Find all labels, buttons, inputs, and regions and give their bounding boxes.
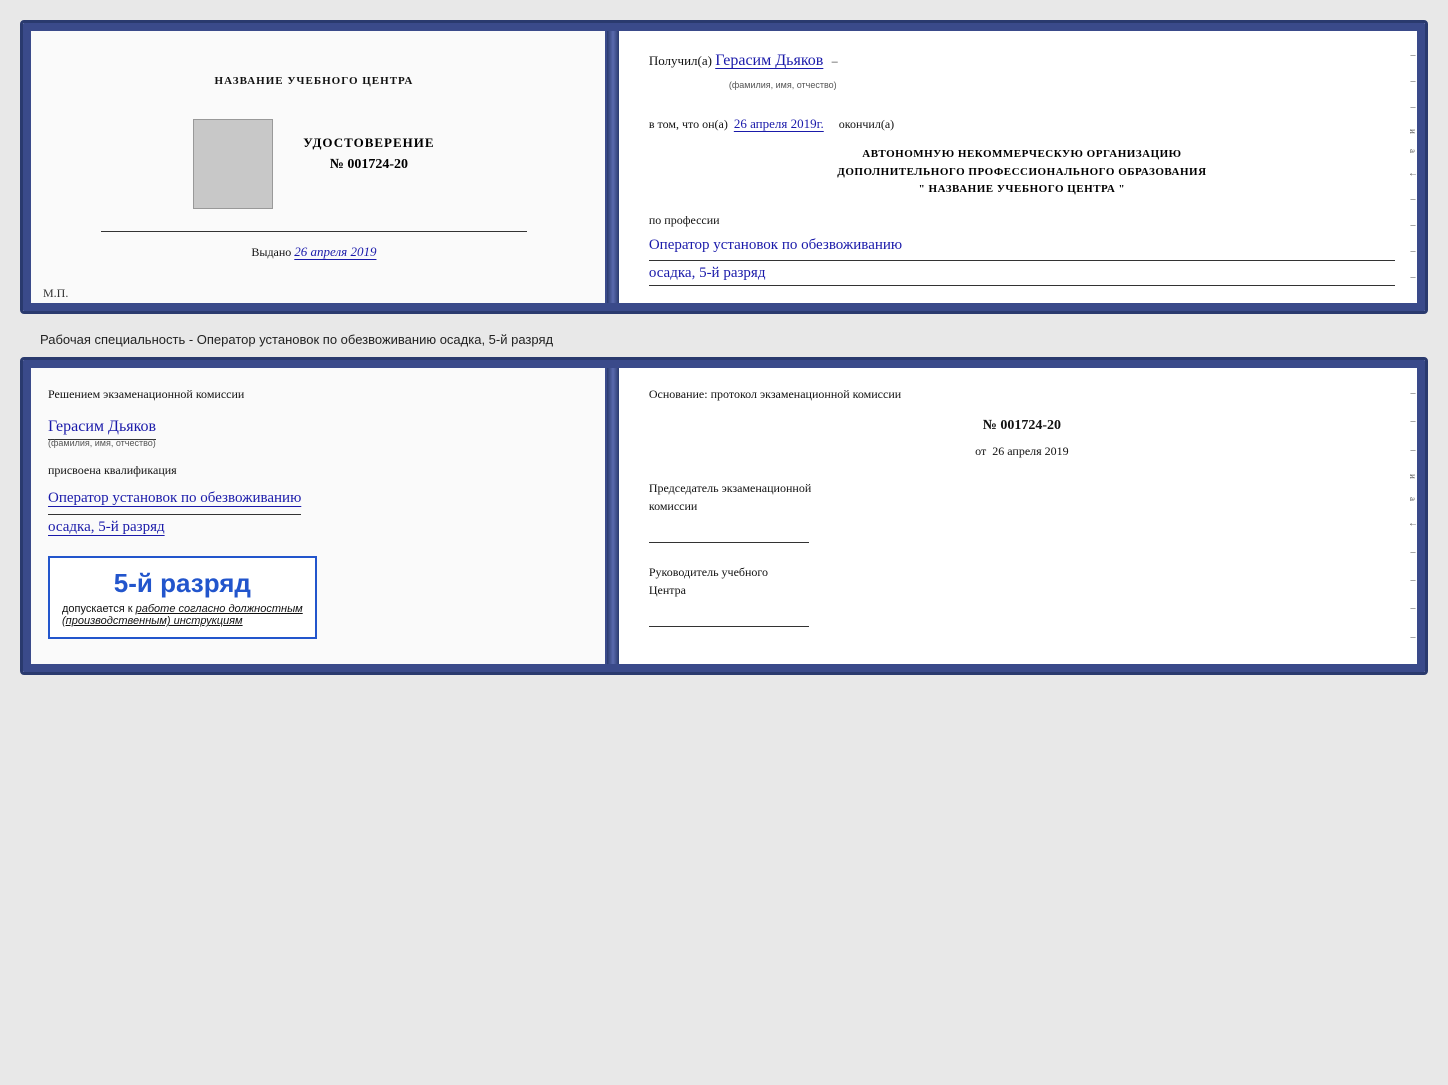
photo-placeholder (193, 119, 273, 209)
received-label: Получил(а) (649, 53, 712, 68)
assigned-label: присвоена квалификация (48, 463, 177, 478)
org-line2: ДОПОЛНИТЕЛЬНОГО ПРОФЕССИОНАЛЬНОГО ОБРАЗО… (649, 164, 1395, 182)
director-sig-line (649, 607, 809, 627)
qualification-line1: Оператор установок по обезвоживанию (48, 486, 301, 516)
chairman-sig-line (649, 523, 809, 543)
director-label: Руководитель учебного Центра (649, 563, 1395, 599)
spine-top (607, 23, 619, 311)
stamp-box: 5-й разряд допускается к работе согласно… (48, 556, 317, 639)
bottom-name: Герасим Дьяков (48, 418, 156, 440)
completed-label: окончил(а) (839, 117, 894, 131)
basis-label: Основание: протокол экзаменационной коми… (649, 385, 1395, 403)
director-block: Руководитель учебного Центра (649, 563, 1395, 627)
org-line1: АВТОНОМНУЮ НЕКОММЕРЧЕСКУЮ ОРГАНИЗАЦИЮ (649, 146, 1395, 164)
spine-bottom (607, 360, 619, 672)
stamp-rank: 5-й разряд (62, 568, 303, 599)
issued-date-block: Выдано 26 апреля 2019 (251, 244, 376, 260)
left-content: НАЗВАНИЕ УЧЕБНОГО ЦЕНТРА УДОСТОВЕРЕНИЕ №… (48, 74, 580, 260)
profession-line1: Оператор установок по обезвоживанию (649, 233, 1395, 261)
top-doc-left: НАЗВАНИЕ УЧЕБНОГО ЦЕНТРА УДОСТОВЕРЕНИЕ №… (23, 23, 607, 311)
side-marks-top: – – – и а ← – – – – (1407, 23, 1419, 311)
cert-number: № 001724-20 (330, 157, 408, 172)
chairman-block: Председатель экзаменационной комиссии (649, 479, 1395, 543)
profession-line2: осадка, 5-й разряд (649, 265, 1395, 286)
org-line3: " НАЗВАНИЕ УЧЕБНОГО ЦЕНТРА " (649, 181, 1395, 199)
top-center-title: НАЗВАНИЕ УЧЕБНОГО ЦЕНТРА (215, 74, 414, 89)
bottom-doc-right: Основание: протокол экзаменационной коми… (619, 360, 1425, 672)
stamp-instructions: (производственным) инструкциям (62, 615, 243, 627)
chairman-label: Председатель экзаменационной комиссии (649, 479, 1395, 515)
qualification-line2: осадка, 5-й разряд (48, 519, 165, 536)
side-marks-bottom: – – – и а ← – – – – (1407, 360, 1419, 672)
bottom-name-block: Герасим Дьяков (фамилия, имя, отчество) (48, 418, 156, 448)
bottom-name-hint: (фамилия, имя, отчество) (48, 438, 156, 448)
divider-left-top (101, 231, 526, 232)
decision-title: Решением экзаменационной комиссии (48, 385, 244, 403)
protocol-number: № 001724-20 (649, 418, 1395, 434)
recipient-line: Получил(а) Герасим Дьяков – (фамилия, им… (649, 48, 1395, 94)
separator-text: Рабочая специальность - Оператор установ… (40, 332, 1428, 347)
mp-label: М.П. (43, 286, 68, 301)
issued-date-value: 26 апреля 2019 (294, 244, 376, 259)
top-document: НАЗВАНИЕ УЧЕБНОГО ЦЕНТРА УДОСТОВЕРЕНИЕ №… (20, 20, 1428, 314)
completion-date: 26 апреля 2019г. (734, 116, 824, 131)
bottom-document: Решением экзаменационной комиссии Гераси… (20, 357, 1428, 675)
cert-label: УДОСТОВЕРЕНИЕ (303, 135, 434, 151)
from-label: от (975, 444, 986, 458)
from-date-value: 26 апреля 2019 (992, 444, 1068, 458)
photo-row: УДОСТОВЕРЕНИЕ № 001724-20 (48, 119, 580, 209)
profession-label: по профессии (649, 213, 1395, 228)
stamp-admission-label: допускается к (62, 603, 133, 615)
stamp-admission-text: допускается к работе согласно должностны… (62, 603, 303, 627)
in-that-label: в том, что он(а) (649, 117, 728, 131)
certified-text: в том, что он(а) 26 апреля 2019г. окончи… (649, 112, 1395, 136)
stamp-work: работе согласно должностным (136, 603, 303, 615)
name-hint-top: (фамилия, имя, отчество) (729, 78, 837, 92)
org-block: АВТОНОМНУЮ НЕКОММЕРЧЕСКУЮ ОРГАНИЗАЦИЮ ДО… (649, 146, 1395, 199)
issued-label: Выдано (251, 245, 291, 259)
recipient-name: Герасим Дьяков (715, 52, 823, 69)
cert-info: УДОСТОВЕРЕНИЕ № 001724-20 (303, 135, 434, 173)
from-date-block: от 26 апреля 2019 (649, 444, 1395, 459)
cert-info-block: УДОСТОВЕРЕНИЕ № 001724-20 (303, 135, 434, 193)
bottom-doc-left: Решением экзаменационной комиссии Гераси… (23, 360, 607, 672)
top-doc-right: Получил(а) Герасим Дьяков – (фамилия, им… (619, 23, 1425, 311)
